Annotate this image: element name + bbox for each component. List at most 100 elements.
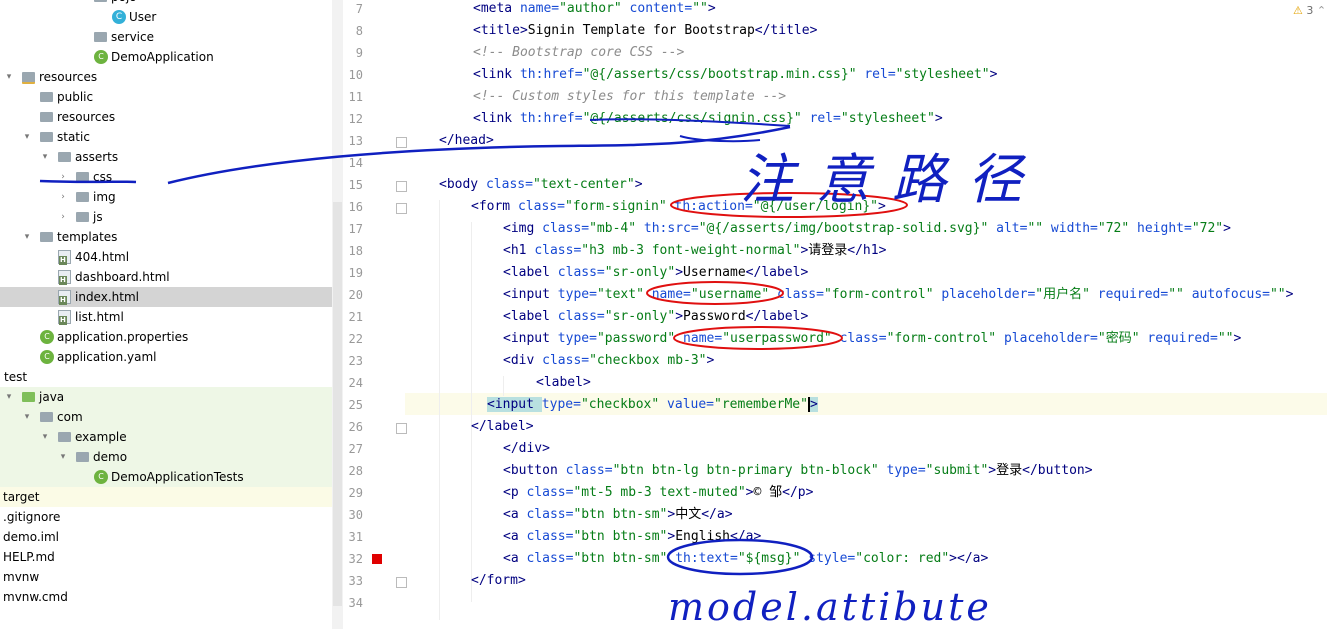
tree-item[interactable]: resources bbox=[0, 107, 332, 127]
chevron-right-icon[interactable]: › bbox=[58, 167, 68, 187]
code-line[interactable]: <a class="btn btn-sm">English</a> bbox=[503, 526, 761, 548]
code-line[interactable]: <label class="sr-only">Username</label> bbox=[503, 262, 808, 284]
chevron-down-icon[interactable]: ▾ bbox=[4, 387, 14, 407]
line-number: 22 bbox=[348, 332, 363, 346]
tree-item[interactable]: ▾ pojo bbox=[0, 0, 332, 7]
tree-item[interactable]: ▾ resources bbox=[0, 67, 332, 87]
tree-item[interactable]: mvnw.cmd bbox=[0, 587, 332, 607]
breakpoint-icon[interactable] bbox=[372, 554, 382, 564]
tag-token: <p bbox=[503, 485, 527, 500]
tree-item[interactable]: C DemoApplicationTests bbox=[0, 467, 332, 487]
attribute-token: name= bbox=[519, 1, 560, 16]
tree-item[interactable]: ▾ static bbox=[0, 127, 332, 147]
tree-item[interactable]: public bbox=[0, 87, 332, 107]
code-line[interactable]: <a class="btn btn-sm" th:text="${msg}" s… bbox=[503, 548, 988, 570]
text-token: Password bbox=[683, 309, 746, 324]
folder-icon bbox=[76, 172, 89, 182]
chevron-down-icon[interactable]: ▾ bbox=[4, 67, 14, 87]
tag-token: </label> bbox=[745, 309, 809, 324]
folder-icon bbox=[40, 132, 53, 142]
chevron-down-icon[interactable]: ▾ bbox=[40, 147, 50, 167]
line-number: 21 bbox=[348, 310, 363, 324]
code-line[interactable]: <a class="btn btn-sm">中文</a> bbox=[503, 504, 733, 526]
tree-item[interactable]: ▾ demo bbox=[0, 447, 332, 467]
tree-scrollbar-thumb[interactable] bbox=[333, 202, 342, 606]
code-line[interactable]: </label> bbox=[471, 416, 534, 438]
tree-item[interactable]: › css bbox=[0, 167, 332, 187]
tree-item[interactable]: list.html bbox=[0, 307, 332, 327]
code-line[interactable]: <button class="btn btn-lg btn-primary bt… bbox=[503, 460, 1093, 482]
chevron-down-icon[interactable]: ▾ bbox=[22, 127, 32, 147]
tree-item[interactable]: mvnw bbox=[0, 567, 332, 587]
code-line[interactable]: <label class="sr-only">Password</label> bbox=[503, 306, 808, 328]
tag-token: > bbox=[988, 463, 997, 478]
tree-item[interactable]: ▾ java bbox=[0, 387, 332, 407]
code-line[interactable]: <!-- Custom styles for this template --> bbox=[473, 86, 786, 108]
chevron-down-icon[interactable]: ▾ bbox=[58, 447, 68, 467]
chevron-down-icon[interactable]: ▾ bbox=[77, 0, 87, 7]
tree-item[interactable]: ▾ templates bbox=[0, 227, 332, 247]
line-number: 19 bbox=[348, 266, 363, 280]
tree-item[interactable]: Capplication.yaml bbox=[0, 347, 332, 367]
tree-item[interactable]: ▾ asserts bbox=[0, 147, 332, 167]
folder-icon bbox=[40, 112, 53, 122]
chevron-up-icon[interactable]: ⌃ bbox=[1317, 4, 1326, 17]
code-line[interactable]: <body class="text-center"> bbox=[439, 174, 643, 196]
tree-item[interactable]: ▾ com bbox=[0, 407, 332, 427]
tree-item[interactable]: demo.iml bbox=[0, 527, 332, 547]
tree-item-label: application.yaml bbox=[57, 350, 157, 364]
code-line[interactable]: <input type="text" name="username" class… bbox=[503, 284, 1293, 306]
spring-class-icon: C bbox=[94, 470, 108, 484]
code-line[interactable]: <div class="checkbox mb-3"> bbox=[503, 350, 714, 372]
code-line[interactable]: <!-- Bootstrap core CSS --> bbox=[473, 42, 684, 64]
tree-item[interactable]: target bbox=[0, 487, 332, 507]
code-line[interactable]: <img class="mb-4" th:src="@{/asserts/img… bbox=[503, 218, 1231, 240]
tree-item[interactable]: service bbox=[0, 27, 332, 47]
code-editor[interactable]: <meta name="author" content=""> <title>Si… bbox=[405, 0, 1327, 629]
code-line[interactable]: <link th:href="@{/asserts/css/signin.css… bbox=[473, 108, 943, 130]
code-line[interactable]: <meta name="author" content=""> bbox=[473, 0, 716, 20]
attribute-token: alt= bbox=[988, 221, 1028, 236]
code-line[interactable]: <link th:href="@{/asserts/css/bootstrap.… bbox=[473, 64, 997, 86]
code-line[interactable]: </div> bbox=[503, 438, 550, 460]
tree-item-label: service bbox=[111, 30, 154, 44]
chevron-right-icon[interactable]: › bbox=[58, 187, 68, 207]
chevron-down-icon[interactable]: ▾ bbox=[22, 227, 32, 247]
tree-item[interactable]: 404.html bbox=[0, 247, 332, 267]
attribute-token: th:src= bbox=[636, 221, 699, 236]
code-line[interactable]: <title>Signin Template for Bootstrap</ti… bbox=[473, 20, 817, 42]
tree-item[interactable]: test bbox=[0, 367, 332, 387]
attribute-token: th:href= bbox=[519, 111, 583, 126]
tag-token: <h1 bbox=[503, 243, 535, 258]
tree-item[interactable]: C User bbox=[0, 7, 332, 27]
tree-item[interactable]: .gitignore bbox=[0, 507, 332, 527]
chevron-down-icon[interactable]: ▾ bbox=[40, 427, 50, 447]
inspection-widget[interactable]: ⚠ 3 ⌃ bbox=[1293, 4, 1326, 17]
code-line[interactable]: <h1 class="h3 mb-3 font-weight-normal">请… bbox=[503, 240, 886, 262]
tree-item[interactable]: Capplication.properties bbox=[0, 327, 332, 347]
line-number: 28 bbox=[348, 464, 363, 478]
tree-item[interactable]: HELP.md bbox=[0, 547, 332, 567]
chevron-right-icon[interactable]: › bbox=[58, 207, 68, 227]
tree-item[interactable]: ▾ example bbox=[0, 427, 332, 447]
tree-item[interactable]: index.html bbox=[0, 287, 332, 307]
tree-item[interactable]: dashboard.html bbox=[0, 267, 332, 287]
tag-token: <input bbox=[487, 397, 542, 412]
code-line[interactable]: </form> bbox=[471, 570, 526, 592]
tree-item[interactable]: › img bbox=[0, 187, 332, 207]
code-line[interactable]: <form class="form-signin" th:action="@{/… bbox=[471, 196, 886, 218]
code-line[interactable]: <label> bbox=[536, 372, 591, 394]
tree-item[interactable]: › js bbox=[0, 207, 332, 227]
code-line[interactable]: <input type="checkbox" value="rememberMe… bbox=[487, 394, 818, 416]
code-line[interactable]: <p class="mt-5 mb-3 text-muted">© 邹</p> bbox=[503, 482, 813, 504]
html-file-icon bbox=[58, 250, 71, 265]
chevron-down-icon[interactable]: ▾ bbox=[22, 407, 32, 427]
tree-item-label: example bbox=[75, 430, 127, 444]
value-token: "form-control" bbox=[823, 287, 934, 302]
value-token: "sr-only" bbox=[604, 309, 676, 324]
line-number: 11 bbox=[348, 90, 363, 104]
code-line[interactable]: </head> bbox=[439, 130, 494, 152]
attribute-token: autofocus= bbox=[1183, 287, 1270, 302]
tree-item[interactable]: C DemoApplication bbox=[0, 47, 332, 67]
code-line[interactable]: <input type="password" name="userpasswor… bbox=[503, 328, 1241, 350]
